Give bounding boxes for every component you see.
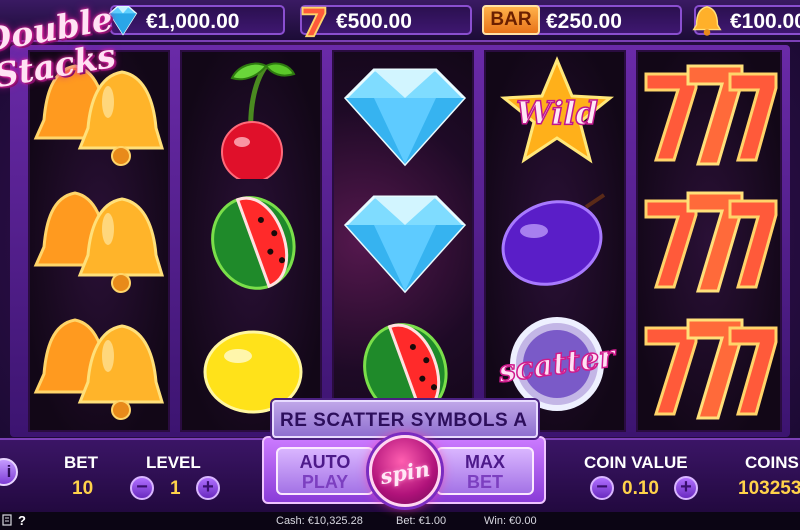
watermelon-symbol — [182, 179, 320, 306]
jackpot-value: €250.00 — [546, 10, 622, 33]
level-label: LEVEL — [146, 453, 201, 472]
jackpot-bell: €100.00 — [692, 5, 800, 36]
jackpot-value: €1,000.00 — [146, 10, 240, 33]
reel-2 — [180, 50, 322, 432]
diamond-symbol — [334, 179, 472, 306]
reel-1 — [28, 50, 170, 432]
jackpot-value: €500.00 — [336, 10, 412, 33]
plus-icon: + — [202, 476, 214, 498]
autoplay-label-line1: AUTO — [299, 452, 351, 472]
reel-5 — [636, 50, 782, 432]
banner-message: RE SCATTER SYMBOLS A — [280, 410, 528, 431]
bell-icon — [692, 6, 722, 36]
diamond-symbol — [334, 52, 472, 179]
autoplay-label-line2: PLAY — [301, 472, 349, 492]
spin-button[interactable]: spin — [369, 435, 441, 507]
jackpot-bar-symbol: BAR €250.00 — [482, 5, 682, 35]
message-banner: RE SCATTER SYMBOLS A — [272, 400, 538, 438]
cherry-symbol — [182, 52, 320, 179]
seven-icon — [301, 6, 327, 38]
settings-icon[interactable] — [2, 514, 12, 526]
jackpot-diamond: €1,000.00 — [108, 5, 285, 36]
bet-label: BET — [64, 453, 98, 472]
wild-text: Wild — [516, 94, 598, 132]
help-button[interactable]: ? — [18, 513, 26, 528]
seven-symbol — [638, 306, 780, 430]
max-bet-button[interactable]: MAX BET — [436, 447, 534, 495]
plum-symbol — [486, 179, 624, 306]
autoplay-button[interactable]: AUTO PLAY — [276, 447, 374, 495]
jackpot-seven: €500.00 — [300, 5, 472, 38]
seven-symbol — [638, 52, 780, 179]
game-logo: Double Stacks — [0, 0, 118, 96]
coin-value-increase-button[interactable]: + — [674, 476, 698, 500]
jackpot-bar: €1,000.00 €500.00 BAR €250.00 €100.00 — [0, 0, 800, 42]
coins-value: 103253 — [738, 478, 800, 499]
maxbet-label-line1: MAX — [465, 452, 505, 472]
coin-value: 0.10 — [622, 478, 659, 499]
seven-symbol — [638, 179, 780, 306]
jackpot-value: €100.00 — [730, 10, 800, 33]
plus-icon: + — [680, 476, 692, 498]
bet-value: 10 — [72, 478, 94, 499]
bet-display: Bet: €1.00 — [396, 515, 447, 527]
maxbet-label-line2: BET — [467, 472, 503, 492]
reel-4: Wild scatter — [484, 50, 626, 432]
wild-symbol: Wild — [486, 52, 624, 179]
coins-label: COINS — [745, 453, 799, 472]
reel-3 — [332, 50, 474, 432]
minus-icon: − — [596, 476, 608, 498]
bell-symbol — [30, 306, 168, 430]
spin-label: spin — [378, 455, 432, 490]
coin-value-decrease-button[interactable]: − — [590, 476, 614, 500]
cash-display: Cash: €10,325.28 — [276, 515, 363, 527]
level-increase-button[interactable]: + — [196, 476, 220, 500]
status-bar: ? Cash: €10,325.28 Bet: €1.00 Win: €0.00 — [0, 512, 800, 530]
minus-icon: − — [136, 476, 148, 498]
bell-symbol — [30, 179, 168, 306]
bar-icon: BAR — [482, 5, 540, 35]
level-decrease-button[interactable]: − — [130, 476, 154, 500]
level-value: 1 — [170, 478, 181, 499]
coin-value-label: COIN VALUE — [584, 453, 688, 472]
win-display: Win: €0.00 — [484, 515, 537, 527]
info-icon: i — [6, 462, 12, 481]
